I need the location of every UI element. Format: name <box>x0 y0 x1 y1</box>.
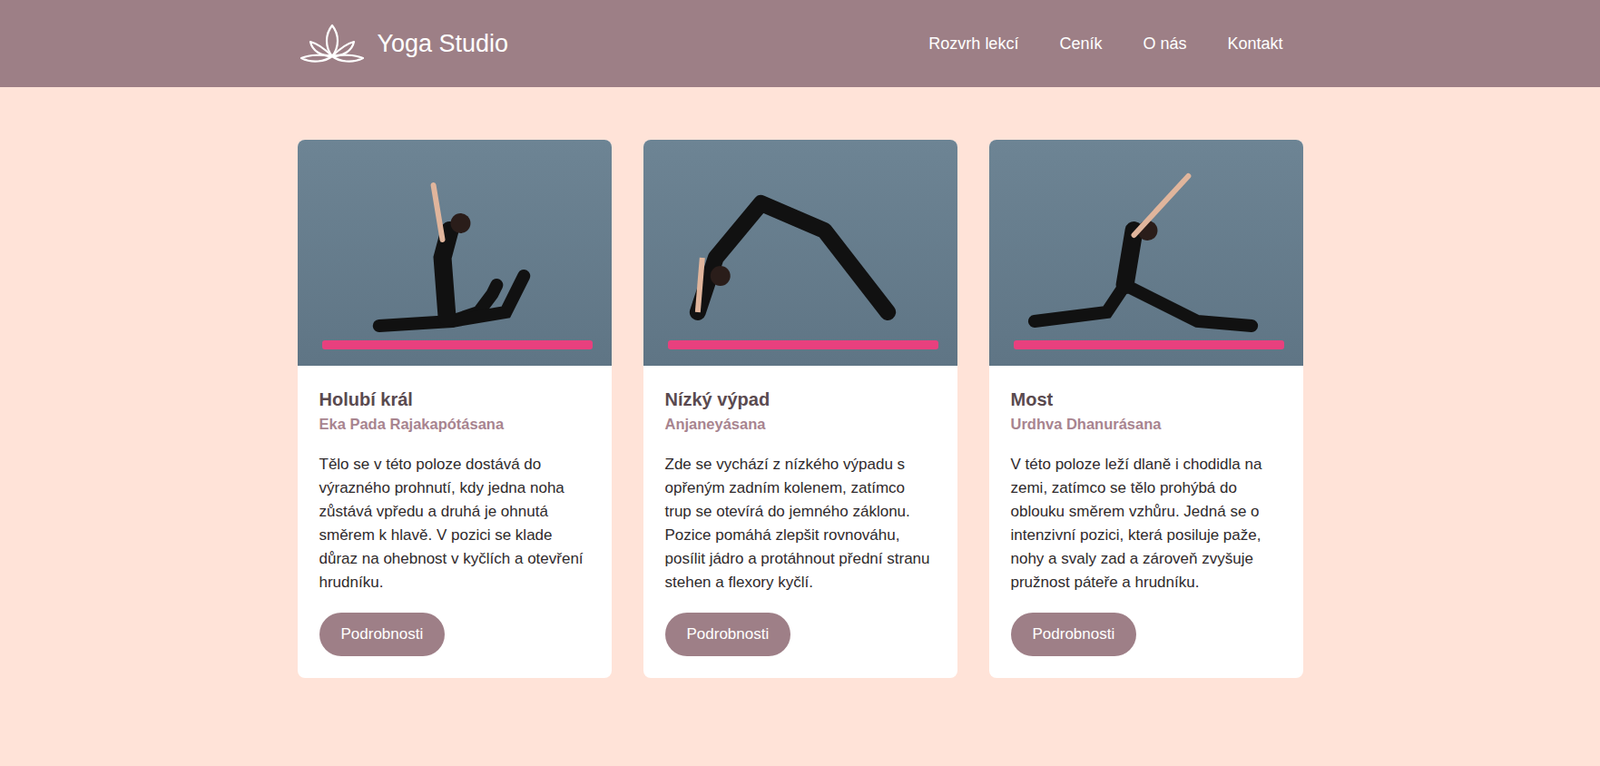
button-wrap: Podrobnosti <box>665 612 936 657</box>
card-body: Nízký výpad Anjaneyásana Zde se vychází z … <box>643 365 958 678</box>
button-wrap: Podrobnosti <box>319 612 590 657</box>
pose-description: Zde se vychází z nízkého výpadu s opřený… <box>665 452 936 595</box>
pose-card: Most Urdhva Dhanurásana V této poloze leží… <box>989 139 1304 678</box>
logo-text[interactable]: Yoga Studio <box>377 29 510 59</box>
nav-link[interactable]: Kontakt <box>1226 34 1283 54</box>
pose-title: Nízký výpad <box>665 389 936 411</box>
pose-card: Nízký výpad Anjaneyásana Zde se vychází z … <box>643 139 958 678</box>
pose-sanskrit-name: Urdhva Dhanurásana <box>1011 415 1282 433</box>
lotus-icon <box>297 21 367 66</box>
pose-figure <box>643 139 958 366</box>
yoga-mat <box>322 340 593 350</box>
top-bar: Yoga Studio Rozvrh lekcí Ceník O nás Kontakt <box>0 0 1600 88</box>
details-button[interactable]: Podrobnosti <box>1011 612 1138 657</box>
card-body: Holubí král Eka Pada Rajakapótásana Tělo s… <box>297 365 612 678</box>
button-wrap: Podrobnosti <box>1011 612 1282 657</box>
card-grid: Holubí král Eka Pada Rajakapótásana Tělo s… <box>297 139 1304 678</box>
pose-description: V této poloze leží dlaně i chodidla na z… <box>1011 452 1282 595</box>
pose-photo <box>297 139 612 366</box>
content: Holubí král Eka Pada Rajakapótásana Tělo s… <box>0 87 1600 715</box>
pose-description: Tělo se v této poloze dostává do výrazné… <box>319 452 590 595</box>
pose-card: Holubí král Eka Pada Rajakapótásana Tělo s… <box>297 139 612 678</box>
logo[interactable]: Yoga Studio <box>297 21 510 66</box>
details-button[interactable]: Podrobnosti <box>665 612 792 657</box>
pose-photo <box>643 139 958 366</box>
nav-link[interactable]: O nás <box>1142 34 1187 54</box>
pose-figure <box>297 139 612 366</box>
pose-sanskrit-name: Eka Pada Rajakapótásana <box>319 415 590 433</box>
card-body: Most Urdhva Dhanurásana V této poloze leží… <box>989 365 1304 678</box>
nav-link[interactable]: Rozvrh lekcí <box>928 34 1019 54</box>
pose-figure <box>989 139 1304 366</box>
pose-photo <box>989 139 1304 366</box>
yoga-mat <box>667 340 939 350</box>
pose-sanskrit-name: Anjaneyásana <box>665 415 936 433</box>
main-nav: Rozvrh lekcí Ceník O nás Kontakt <box>928 34 1283 54</box>
header-inner: Yoga Studio Rozvrh lekcí Ceník O nás Kontakt <box>297 0 1304 88</box>
details-button[interactable]: Podrobnosti <box>319 612 446 657</box>
yoga-mat <box>1013 340 1285 350</box>
pose-title: Most <box>1011 389 1282 411</box>
pose-title: Holubí král <box>319 389 590 411</box>
nav-link[interactable]: Ceník <box>1059 34 1102 54</box>
